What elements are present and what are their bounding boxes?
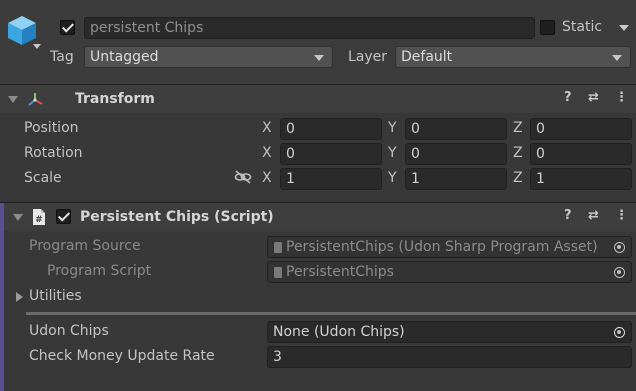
axis-x-label: X — [262, 145, 272, 161]
script-component-body: Program Source PersistentChips (Udon Sha… — [0, 231, 636, 391]
layer-value: Default — [401, 49, 453, 65]
axis-z-label: Z — [513, 170, 523, 186]
script-file-icon — [274, 267, 282, 278]
layer-label: Layer — [348, 49, 388, 65]
position-y-field[interactable]: 0 — [405, 118, 507, 140]
check-money-update-rate-field[interactable]: 3 — [267, 346, 632, 368]
tag-dropdown[interactable]: Untagged — [84, 46, 333, 68]
program-source-field[interactable]: PersistentChips (Udon Sharp Program Asse… — [267, 236, 632, 258]
help-icon[interactable]: ? — [564, 90, 572, 105]
context-menu-kebab-icon[interactable]: ⋮ — [615, 90, 628, 105]
constrain-proportions-icon[interactable] — [234, 170, 252, 184]
context-menu-kebab-icon[interactable]: ⋮ — [615, 208, 628, 223]
program-source-value: PersistentChips (Udon Sharp Program Asse… — [286, 239, 598, 255]
object-picker-icon[interactable] — [614, 267, 625, 278]
check-money-update-rate-label: Check Money Update Rate — [29, 348, 215, 364]
component-accent-bar — [0, 231, 4, 391]
udon-chips-label: Udon Chips — [29, 323, 109, 339]
scale-x-field[interactable]: 1 — [280, 168, 382, 190]
rotation-y-field[interactable]: 0 — [405, 143, 507, 165]
scale-label: Scale — [24, 170, 62, 186]
component-accent-bar — [0, 203, 4, 231]
axis-x-label: X — [262, 170, 272, 186]
transform-header[interactable]: Transform ? ⇄ ⋮ — [0, 84, 636, 113]
static-label: Static — [562, 19, 603, 35]
transform-body: Position X 0 Y 0 Z 0 Rotation X 0 Y 0 Z … — [0, 113, 636, 201]
program-script-label: Program Script — [47, 263, 152, 279]
rotation-x-field[interactable]: 0 — [280, 143, 382, 165]
object-picker-icon[interactable] — [614, 242, 625, 253]
axis-y-label: Y — [388, 170, 397, 186]
rotation-label: Rotation — [24, 145, 83, 161]
program-script-value: PersistentChips — [286, 264, 394, 280]
tag-value: Untagged — [90, 49, 159, 65]
udon-chips-object-field[interactable]: None (Udon Chips) — [267, 321, 632, 343]
layer-dropdown[interactable]: Default — [395, 46, 631, 68]
rotation-z-field[interactable]: 0 — [530, 143, 632, 165]
foldout-arrow-icon[interactable] — [13, 214, 23, 221]
transform-title: Transform — [75, 91, 155, 107]
chevron-down-icon — [612, 55, 622, 61]
program-source-label: Program Source — [29, 238, 141, 254]
static-checkbox[interactable] — [540, 20, 555, 35]
svg-text:#: # — [35, 215, 43, 225]
script-hash-icon: # — [33, 209, 45, 225]
static-dropdown-arrow[interactable] — [619, 25, 629, 31]
utilities-foldout[interactable]: Utilities — [14, 287, 314, 307]
script-component-title: Persistent Chips (Script) — [80, 209, 274, 225]
axis-y-label: Y — [388, 120, 397, 136]
axis-x-label: X — [262, 120, 272, 136]
axis-z-label: Z — [513, 120, 523, 136]
position-z-field[interactable]: 0 — [530, 118, 632, 140]
chevron-down-icon — [314, 55, 324, 61]
position-x-field[interactable]: 0 — [280, 118, 382, 140]
utilities-label: Utilities — [29, 288, 82, 304]
presets-sliders-icon[interactable]: ⇄ — [588, 208, 599, 223]
gameobject-name-input[interactable]: persistent Chips — [84, 17, 535, 39]
active-checkbox[interactable] — [60, 20, 75, 35]
udon-chips-value: None (Udon Chips) — [273, 324, 405, 340]
gameobject-header: persistent Chips Static Tag Untagged Lay… — [0, 0, 636, 84]
transform-axes-icon — [28, 93, 43, 106]
component-enabled-checkbox[interactable] — [56, 209, 71, 224]
axis-z-label: Z — [513, 145, 523, 161]
section-divider — [26, 312, 636, 315]
axis-y-label: Y — [388, 145, 397, 161]
scale-z-field[interactable]: 1 — [530, 168, 632, 190]
help-icon[interactable]: ? — [564, 208, 572, 223]
asset-file-icon — [274, 242, 282, 253]
script-component-header[interactable]: # Persistent Chips (Script) ? ⇄ ⋮ — [0, 202, 636, 231]
foldout-arrow-icon[interactable] — [8, 96, 18, 103]
presets-sliders-icon[interactable]: ⇄ — [588, 90, 599, 105]
foldout-right-arrow-icon[interactable] — [16, 292, 23, 302]
icon-dropdown-arrow[interactable] — [33, 44, 41, 49]
program-script-field[interactable]: PersistentChips — [267, 261, 632, 283]
position-label: Position — [24, 120, 79, 136]
object-picker-icon[interactable] — [614, 327, 625, 338]
scale-y-field[interactable]: 1 — [405, 168, 507, 190]
gameobject-cube-icon[interactable] — [6, 14, 38, 46]
tag-label: Tag — [50, 49, 74, 65]
